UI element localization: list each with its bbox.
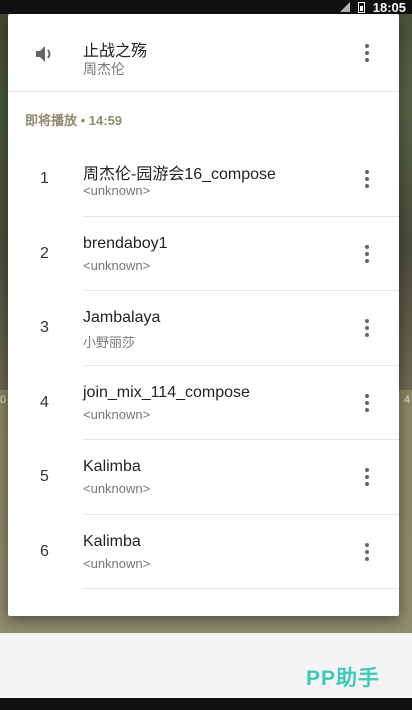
queue-item-subtitle: <unknown>: [83, 257, 151, 273]
more-vert-icon[interactable]: [355, 41, 379, 65]
more-vert-icon[interactable]: [355, 540, 379, 564]
queue-item[interactable]: 6 Kalimba <unknown>: [8, 515, 399, 589]
queue-item[interactable]: 1 周杰伦-园游会16_compose <unknown>: [8, 142, 399, 217]
background-left-label: 0: [0, 394, 7, 406]
battery-charging-icon: [357, 1, 365, 13]
background-right-label: 4: [403, 394, 410, 406]
status-bar: 18:05: [0, 0, 412, 15]
queue-item-subtitle: 小野丽莎: [83, 335, 136, 350]
divider: [83, 588, 399, 589]
queue-item[interactable]: 3 Jambalaya 小野丽莎: [8, 291, 399, 366]
more-vert-icon[interactable]: [355, 391, 379, 415]
queue-item-title: Kalimba: [83, 458, 141, 475]
now-playing-row[interactable]: 止战之殇 周杰伦: [8, 14, 399, 92]
queue-item[interactable]: 2 brendaboy1 <unknown>: [8, 217, 399, 291]
signal-icon: [339, 2, 350, 12]
more-vert-icon[interactable]: [355, 167, 379, 191]
queue-item-index: 6: [40, 542, 49, 560]
queue-item-index: 2: [40, 244, 49, 262]
status-clock: 18:05: [372, 0, 406, 15]
queue-item-subtitle: <unknown>: [83, 555, 151, 571]
up-next-label: 即将播放 • 14:59: [25, 113, 123, 128]
status-icons: 18:05: [339, 0, 406, 15]
play-queue-dialog: 止战之殇 周杰伦 即将播放 • 14:59 1 周杰伦-园游会16_compos…: [8, 14, 399, 616]
queue-item-title: Jambalaya: [83, 309, 161, 326]
queue-item-index: 5: [40, 468, 49, 486]
queue-item-title: Kalimba: [83, 532, 141, 550]
bottom-strip: [0, 698, 412, 710]
queue-item-title: 周杰伦-园游会16_compose: [83, 166, 276, 183]
queue-item[interactable]: 5 Kalimba <unknown>: [8, 440, 399, 515]
more-vert-icon[interactable]: [355, 242, 379, 266]
speaker-icon: [36, 46, 51, 62]
queue-item-subtitle: <unknown>: [83, 406, 151, 422]
more-vert-icon[interactable]: [355, 316, 379, 340]
queue-item-title: join_mix_114_compose: [83, 383, 250, 401]
now-playing-title: 止战之殇: [83, 43, 148, 60]
queue-item-subtitle: <unknown>: [83, 183, 151, 198]
now-playing-artist: 周杰伦: [83, 61, 125, 77]
queue-item-title: brendaboy1: [83, 234, 168, 252]
queue-item[interactable]: 4 join_mix_114_compose <unknown>: [8, 366, 399, 440]
queue-item-index: 4: [40, 393, 49, 411]
queue-list: 1 周杰伦-园游会16_compose <unknown> 2 brendabo…: [8, 142, 399, 589]
more-vert-icon[interactable]: [355, 465, 379, 489]
queue-item-index: 3: [40, 319, 49, 337]
up-next-header: 即将播放 • 14:59: [8, 92, 399, 142]
brand-watermark: PP助手: [305, 667, 380, 690]
queue-item-subtitle: <unknown>: [83, 481, 151, 496]
queue-item-index: 1: [40, 170, 49, 188]
